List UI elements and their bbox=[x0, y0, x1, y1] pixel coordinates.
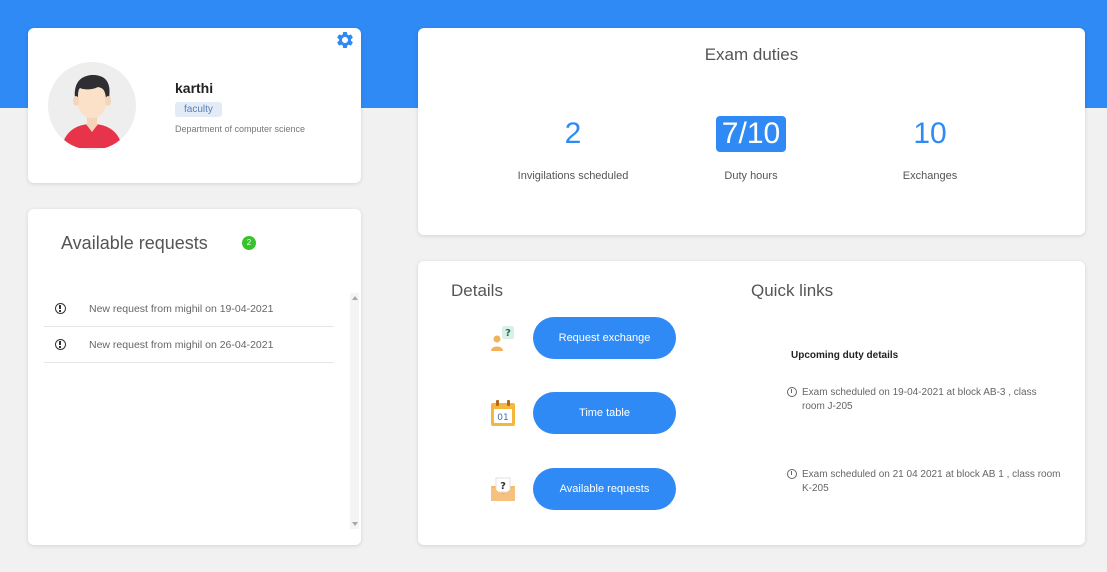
exam-duties-card: Exam duties 2 Invigilations scheduled 7/… bbox=[418, 28, 1085, 235]
user-name: karthi bbox=[175, 80, 214, 96]
action-row-request-exchange: ? Request exchange bbox=[488, 317, 678, 359]
stat-label: Invigilations scheduled bbox=[517, 170, 629, 182]
stat-duty-hours: 7/10 Duty hours bbox=[651, 114, 851, 182]
clock-icon bbox=[787, 387, 797, 397]
request-item-text: New request from mighil on 26-04-2021 bbox=[89, 338, 274, 351]
requests-title: Available requests bbox=[61, 233, 208, 253]
stat-label: Exchanges bbox=[902, 170, 958, 182]
upcoming-duty-text: Exam scheduled on 19-04-2021 at block AB… bbox=[802, 387, 1037, 412]
details-title: Details bbox=[451, 281, 503, 300]
calendar-icon: 01 bbox=[488, 398, 518, 428]
profile-card: karthi faculty Department of computer sc… bbox=[28, 28, 361, 183]
role-badge: faculty bbox=[175, 102, 222, 117]
avatar bbox=[48, 62, 136, 150]
request-item[interactable]: New request from mighil on 26-04-2021 bbox=[44, 327, 334, 363]
exam-duties-title: Exam duties bbox=[704, 45, 799, 64]
department-label: Department of computer science bbox=[175, 124, 306, 134]
available-requests-card: Available requests 2 New request from mi… bbox=[28, 209, 361, 545]
svg-text:?: ? bbox=[500, 481, 506, 492]
svg-text:01: 01 bbox=[497, 413, 508, 423]
clock-icon bbox=[787, 469, 797, 479]
stat-invigilations: 2 Invigilations scheduled bbox=[473, 114, 673, 182]
requests-scrollbar[interactable] bbox=[350, 293, 359, 529]
stat-value: 10 bbox=[913, 117, 947, 150]
gear-icon[interactable] bbox=[335, 30, 355, 50]
scroll-down-arrow-icon[interactable] bbox=[352, 522, 358, 526]
requests-list: New request from mighil on 19-04-2021 Ne… bbox=[44, 291, 334, 363]
scroll-up-arrow-icon[interactable] bbox=[352, 296, 358, 300]
request-item[interactable]: New request from mighil on 19-04-2021 bbox=[44, 291, 334, 327]
request-exchange-button[interactable]: Request exchange bbox=[533, 317, 676, 359]
upcoming-duty-text: Exam scheduled on 21 04 2021 at block AB… bbox=[802, 469, 1061, 494]
upcoming-duty-item[interactable]: Exam scheduled on 21 04 2021 at block AB… bbox=[787, 468, 1062, 496]
upcoming-duty-title: Upcoming duty details bbox=[791, 350, 899, 361]
request-exchange-icon: ? bbox=[488, 323, 518, 353]
requests-count-badge: 2 bbox=[242, 236, 256, 250]
stat-label: Duty hours bbox=[724, 170, 778, 182]
quick-links-title: Quick links bbox=[751, 281, 834, 300]
time-table-button[interactable]: Time table bbox=[533, 392, 676, 434]
stat-value: 7/10 bbox=[715, 116, 787, 152]
available-requests-button[interactable]: Available requests bbox=[533, 468, 676, 510]
request-item-text: New request from mighil on 19-04-2021 bbox=[89, 302, 274, 315]
stat-exchanges: 10 Exchanges bbox=[830, 114, 1030, 182]
stat-value: 2 bbox=[564, 117, 582, 150]
action-row-available-requests: ? Available requests bbox=[488, 468, 678, 510]
info-icon bbox=[55, 303, 66, 314]
details-card: Details Quick links ? Request exchange 0… bbox=[418, 261, 1085, 545]
info-icon bbox=[55, 339, 66, 350]
action-row-time-table: 01 Time table bbox=[488, 392, 678, 434]
svg-text:?: ? bbox=[505, 328, 511, 339]
envelope-question-icon: ? bbox=[488, 474, 518, 504]
upcoming-duty-item[interactable]: Exam scheduled on 19-04-2021 at block AB… bbox=[787, 386, 1062, 414]
